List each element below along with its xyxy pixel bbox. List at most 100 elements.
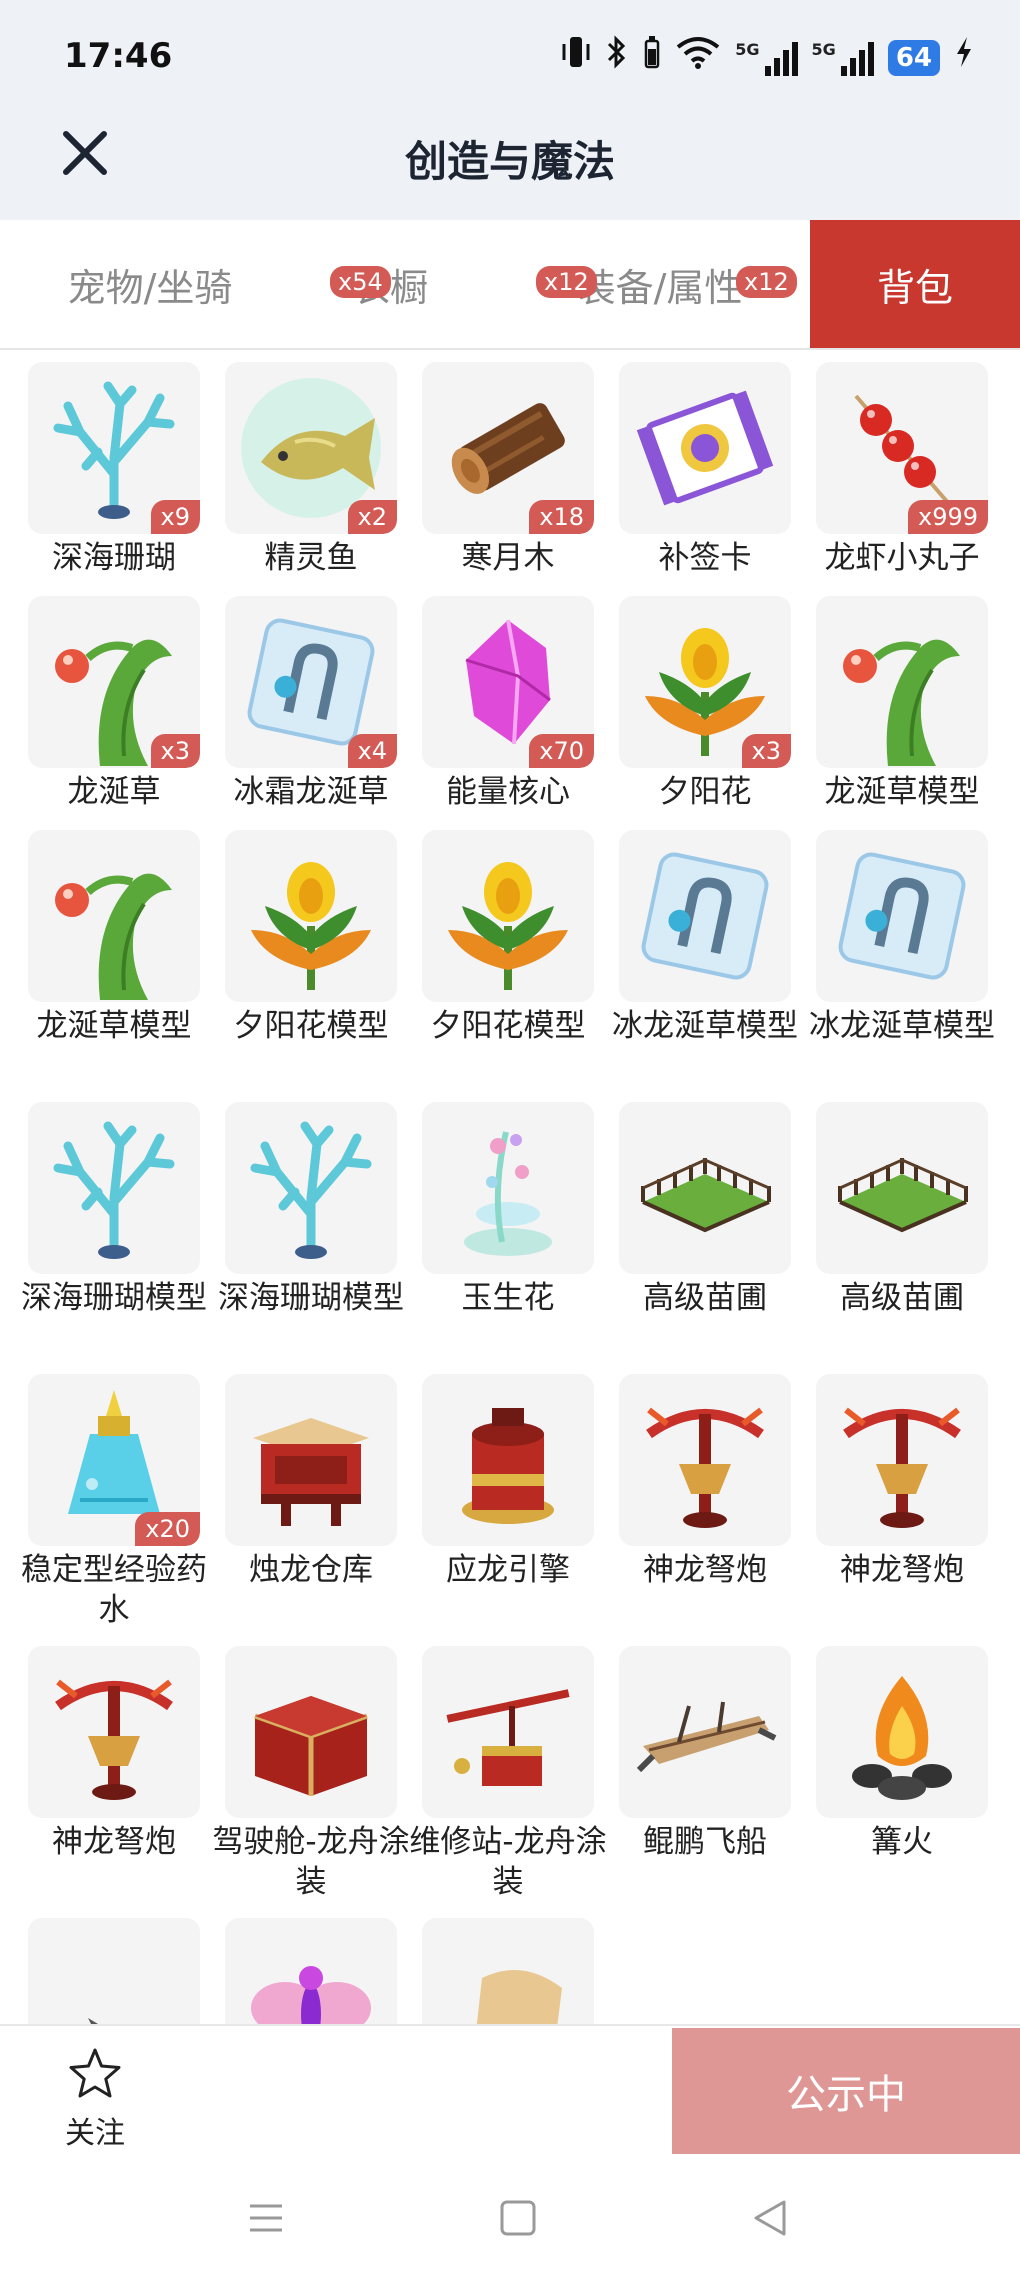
item-thumbnail	[28, 830, 200, 1002]
coral-icon	[53, 1121, 175, 1259]
home-square-icon	[500, 2200, 536, 2236]
inventory-item[interactable]: 玉生花	[422, 1102, 594, 1318]
wolf-icon	[88, 2018, 98, 2024]
tab-badge: x12	[536, 266, 597, 298]
item-thumbnail	[225, 1646, 397, 1818]
tab-pets-mounts[interactable]: 宠物/坐骑	[30, 220, 270, 348]
inventory-item[interactable]: 鲲鹏飞船	[619, 1646, 791, 1862]
follow-label: 关注	[65, 2116, 125, 2151]
inventory-item[interactable]: x4 冰霜龙涎草	[225, 596, 397, 812]
bluetooth-icon	[605, 34, 629, 81]
item-name: 夕阳花模型	[430, 1008, 586, 1044]
back-nav-button[interactable]	[740, 2194, 800, 2244]
inventory-item[interactable]: 高级苗圃	[619, 1102, 791, 1318]
item-name: 龙涎草模型	[36, 1008, 192, 1044]
inventory-item[interactable]: x999 龙虾小丸子	[816, 362, 988, 578]
engine-icon	[462, 1408, 554, 1524]
inventory-item[interactable]: 维修站-龙舟涂装	[409, 1646, 607, 1902]
item-count-badge: x3	[741, 734, 791, 768]
inventory-item[interactable]: 补签卡	[619, 362, 791, 578]
status-icons: 5G 5G 64	[561, 34, 974, 81]
inventory-item[interactable]: x20 稳定型经验药水	[21, 1374, 207, 1630]
item-thumbnail	[816, 596, 988, 768]
item-thumbnail: x2	[225, 362, 397, 534]
inventory-item[interactable]: x2 精灵鱼	[225, 362, 397, 578]
menu-nav-button[interactable]	[236, 2194, 296, 2244]
item-name: 应龙引擎	[446, 1552, 570, 1588]
status-bar: 17:46 5G 5G 64	[0, 0, 1020, 110]
system-nav-bar	[0, 2154, 1020, 2278]
item-thumbnail	[816, 1374, 988, 1546]
inventory-item[interactable]: 神龙弩炮	[619, 1374, 791, 1590]
inventory-item[interactable]: 驾驶舱-龙舟涂装	[212, 1646, 410, 1902]
charging-icon	[954, 35, 974, 80]
category-tabs: 宠物/坐骑 衣橱 x54 装备/属性 x12 x12 背包	[0, 220, 1020, 350]
inventory-item[interactable]: 神龙弩炮	[816, 1374, 988, 1590]
item-count-badge: x9	[150, 500, 200, 534]
inventory-item[interactable]: 深海珊瑚模型	[218, 1102, 404, 1318]
follow-button[interactable]: 关注	[50, 2046, 140, 2152]
inventory-item[interactable]	[28, 1918, 200, 2024]
item-thumbnail	[816, 1102, 988, 1274]
item-thumbnail	[619, 1646, 791, 1818]
inventory-item[interactable]: 冰龙涎草模型	[612, 830, 798, 1046]
inventory-item[interactable]: x70 能量核心	[422, 596, 594, 812]
item-grid: x9 深海珊瑚 x2 精灵鱼 x18 寒月木 补签卡 x999 龙虾小丸子 x3 龙涎草 x4 冰霜龙涎…	[0, 362, 1020, 2024]
inventory-item[interactable]: 烛龙仓库	[225, 1374, 397, 1590]
item-thumbnail: x18	[422, 362, 594, 534]
home-nav-button[interactable]	[488, 2194, 548, 2244]
item-thumbnail	[619, 362, 791, 534]
item-name: 维修站-龙舟涂装	[409, 1824, 607, 1900]
item-thumbnail	[422, 1918, 594, 2024]
inventory-item[interactable]: 篝火	[816, 1646, 988, 1862]
public-status-button[interactable]: 公示中	[672, 2028, 1020, 2154]
title-bar: 创造与魔法	[0, 110, 1020, 220]
inventory-item[interactable]: 神龙弩炮	[28, 1646, 200, 1862]
inventory-item[interactable]: 夕阳花模型	[422, 830, 594, 1046]
inventory-item[interactable]: 深海珊瑚模型	[21, 1102, 207, 1318]
inventory-item[interactable]: 冰龙涎草模型	[809, 830, 995, 1046]
item-thumbnail: x20	[28, 1374, 200, 1546]
ice-block-icon	[641, 852, 769, 980]
inventory-item[interactable]: x3 夕阳花	[619, 596, 791, 812]
item-thumbnail: x4	[225, 596, 397, 768]
item-count-badge: x4	[347, 734, 397, 768]
tab-badge: x54	[330, 266, 391, 298]
nursery-icon	[838, 1158, 968, 1233]
item-name: 深海珊瑚模型	[21, 1280, 207, 1316]
item-thumbnail	[225, 1918, 397, 2024]
inventory-item[interactable]	[225, 1918, 397, 2024]
status-time: 17:46	[64, 36, 173, 76]
crossbow-icon	[55, 1679, 173, 1800]
inventory-item[interactable]	[422, 1918, 594, 2024]
inventory-item[interactable]: 高级苗圃	[816, 1102, 988, 1318]
item-count-badge: x20	[135, 1512, 200, 1546]
item-thumbnail	[422, 1374, 594, 1546]
item-name: 深海珊瑚模型	[218, 1280, 404, 1316]
item-thumbnail	[28, 1646, 200, 1818]
item-count-badge: x18	[529, 500, 594, 534]
item-name: 精灵鱼	[264, 540, 358, 576]
item-thumbnail	[816, 830, 988, 1002]
wifi-icon	[675, 35, 721, 80]
item-name: 稳定型经验药水	[21, 1552, 207, 1628]
crossbow-icon	[646, 1407, 764, 1528]
inventory-item[interactable]: x18 寒月木	[422, 362, 594, 578]
item-name: 寒月木	[461, 540, 555, 576]
inventory-item[interactable]: x3 龙涎草	[28, 596, 200, 812]
inventory-item[interactable]: 龙涎草模型	[816, 596, 988, 812]
sunset-flower-icon	[448, 862, 568, 990]
butterfly-icon	[251, 1966, 371, 2024]
inventory-item[interactable]: 应龙引擎	[422, 1374, 594, 1590]
inventory-item[interactable]: 龙涎草模型	[28, 830, 200, 1046]
tab-backpack[interactable]: 背包	[810, 220, 1020, 348]
battery-small-icon	[643, 35, 661, 80]
item-count-badge: x999	[907, 500, 988, 534]
item-name: 烛龙仓库	[249, 1552, 373, 1588]
inventory-item[interactable]: x9 深海珊瑚	[28, 362, 200, 578]
item-name: 龙涎草模型	[824, 774, 980, 810]
cockpit-icon	[254, 1696, 368, 1796]
item-thumbnail	[619, 830, 791, 1002]
inventory-item[interactable]: 夕阳花模型	[225, 830, 397, 1046]
item-thumbnail	[28, 1918, 200, 2024]
